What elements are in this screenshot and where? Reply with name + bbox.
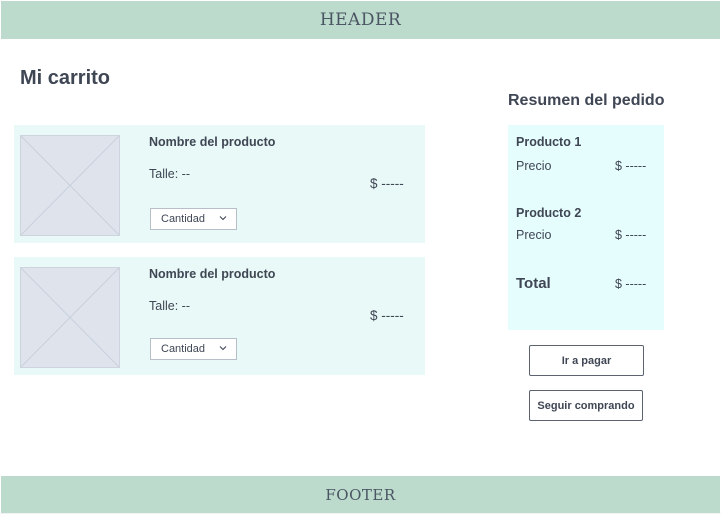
product-size: Talle: -- bbox=[149, 167, 190, 181]
page: HEADER Mi carrito Nombre del producto Ta… bbox=[0, 0, 721, 514]
summary-product-name: Producto 2 bbox=[516, 206, 582, 220]
continue-shopping-button[interactable]: Seguir comprando bbox=[529, 390, 643, 421]
quantity-select-label: Cantidad bbox=[161, 343, 206, 355]
chevron-down-icon bbox=[219, 216, 227, 221]
quantity-select[interactable]: Cantidad bbox=[150, 338, 237, 360]
header-label: HEADER bbox=[319, 10, 402, 30]
image-placeholder-icon bbox=[20, 267, 120, 368]
go-to-pay-button[interactable]: Ir a pagar bbox=[529, 345, 644, 376]
summary-product-name: Producto 1 bbox=[516, 135, 582, 149]
quantity-select[interactable]: Cantidad bbox=[150, 208, 237, 230]
summary-total-label: Total bbox=[516, 275, 551, 292]
footer: FOOTER bbox=[1, 476, 720, 513]
cart-item: Nombre del producto Talle: -- $ ----- Ca… bbox=[14, 125, 425, 243]
image-placeholder-icon bbox=[20, 135, 120, 236]
summary-title: Resumen del pedido bbox=[508, 92, 665, 109]
summary-price-value: $ ----- bbox=[615, 159, 647, 173]
quantity-select-label: Cantidad bbox=[161, 213, 206, 225]
page-title: Mi carrito bbox=[20, 67, 111, 89]
summary-price-label: Precio bbox=[516, 159, 552, 173]
cart-item: Nombre del producto Talle: -- $ ----- Ca… bbox=[14, 257, 425, 375]
summary-total-value: $ ----- bbox=[615, 277, 647, 291]
product-price: $ ----- bbox=[370, 308, 404, 323]
chevron-down-icon bbox=[219, 346, 227, 351]
summary-price-label: Precio bbox=[516, 228, 552, 242]
header: HEADER bbox=[1, 1, 720, 39]
summary-price-value: $ ----- bbox=[615, 228, 647, 242]
footer-label: FOOTER bbox=[325, 485, 396, 504]
product-size: Talle: -- bbox=[149, 299, 190, 313]
product-price: $ ----- bbox=[370, 176, 404, 191]
order-summary: Producto 1 Precio $ ----- Producto 2 Pre… bbox=[508, 125, 664, 330]
product-name: Nombre del producto bbox=[149, 135, 276, 149]
product-name: Nombre del producto bbox=[149, 267, 276, 281]
